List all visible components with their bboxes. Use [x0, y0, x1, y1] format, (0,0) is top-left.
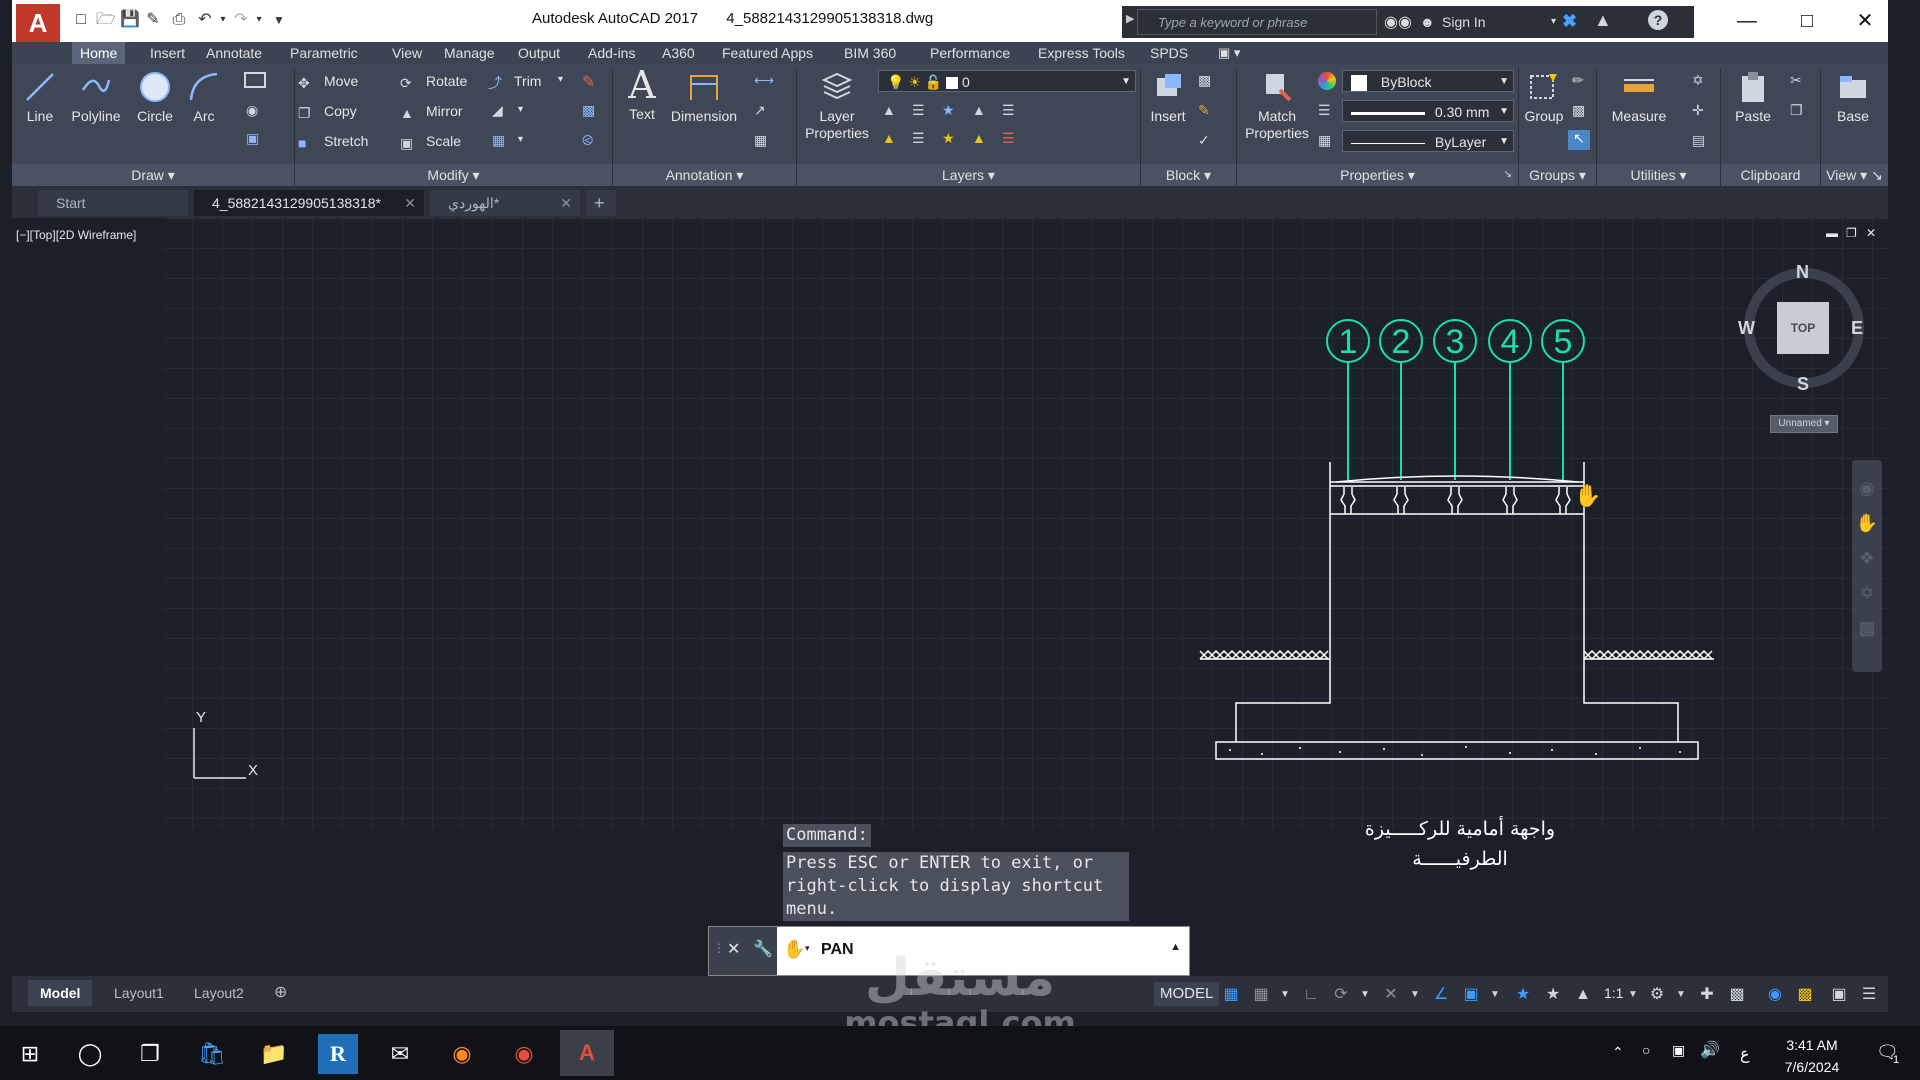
- navigation-bar[interactable]: ◉ ✋ ❖ ✡ ▩: [1852, 460, 1882, 672]
- compass-north[interactable]: N: [1796, 262, 1809, 283]
- chrome-icon[interactable]: ◉: [504, 1034, 544, 1074]
- workspace-gear-icon[interactable]: ⚙: [1646, 984, 1668, 1006]
- customize-wrench-icon[interactable]: 🔧: [753, 939, 773, 959]
- auto-scale-icon[interactable]: ★: [1542, 984, 1564, 1006]
- annotation-scale-value[interactable]: 1:1: [1604, 985, 1623, 1001]
- autocad-taskbar-icon[interactable]: A: [560, 1030, 614, 1076]
- tab-layout1[interactable]: Layout1: [102, 980, 176, 1006]
- tray-expand-icon[interactable]: ⌃: [1612, 1044, 1624, 1061]
- clock[interactable]: 3:41 AM 7/6/2024: [1770, 1034, 1854, 1078]
- bearings: [1340, 487, 1571, 514]
- command-line-tools: ⋮ ✕ 🔧: [709, 927, 777, 975]
- language-indicator[interactable]: ع: [1740, 1044, 1750, 1064]
- watermark-brand: مستقل: [864, 948, 1056, 1008]
- annotation-scale-icon[interactable]: ▲: [1572, 984, 1594, 1006]
- command-history-line: Press ESC or ENTER to exit, or: [786, 853, 1094, 873]
- file-explorer-icon[interactable]: 📁: [254, 1034, 294, 1074]
- add-layout-button[interactable]: ⊕: [262, 980, 299, 1006]
- clock-time: 3:41 AM: [1786, 1037, 1838, 1053]
- orbit-icon[interactable]: ✡: [1852, 583, 1882, 604]
- battery-icon[interactable]: ▣: [1672, 1042, 1685, 1059]
- task-view-icon[interactable]: ❐: [130, 1034, 170, 1074]
- close-command-icon[interactable]: ✕: [727, 939, 740, 959]
- pan-icon[interactable]: ✋: [1852, 513, 1882, 534]
- clean-screen-icon[interactable]: ▣: [1828, 984, 1850, 1006]
- model-space-button[interactable]: MODEL: [1154, 982, 1220, 1006]
- isolate-objects-icon[interactable]: ◉: [1764, 984, 1786, 1006]
- caption-line: واجهة أمامية للركـــــيزة: [1364, 818, 1556, 840]
- abutment-elevation: [1199, 462, 1714, 760]
- ucs-x-label: X: [248, 762, 258, 779]
- pan-cursor-icon: ✋: [1574, 483, 1601, 508]
- compass-east[interactable]: E: [1851, 318, 1863, 339]
- clock-date: 7/6/2024: [1784, 1059, 1840, 1075]
- snap-icon[interactable]: ▦: [1250, 984, 1272, 1006]
- axis-number: 5: [1554, 323, 1573, 361]
- tab-layout2[interactable]: Layout2: [182, 980, 256, 1006]
- ortho-icon[interactable]: ∟: [1300, 984, 1322, 1006]
- command-history-line: right-click to display shortcut: [786, 876, 1104, 896]
- object-snap-icon[interactable]: ▣: [1460, 984, 1482, 1006]
- notification-count: 1: [1893, 1054, 1900, 1066]
- axis-number: 2: [1392, 323, 1411, 361]
- compass-west[interactable]: W: [1738, 318, 1755, 339]
- compass-south[interactable]: S: [1797, 374, 1809, 395]
- chevron-down-icon[interactable]: ▼: [1670, 984, 1692, 1006]
- command-history: Press ESC or ENTER to exit, or right-cli…: [783, 852, 1129, 921]
- store-icon[interactable]: 🛍: [192, 1034, 232, 1074]
- chevron-down-icon[interactable]: ▼: [1622, 984, 1644, 1006]
- ucs-dropdown[interactable]: Unnamed ▾: [1770, 415, 1838, 433]
- annotation-visibility-icon[interactable]: ★: [1512, 984, 1534, 1006]
- showmotion-icon[interactable]: ▩: [1852, 618, 1882, 639]
- volume-icon[interactable]: 🔊: [1700, 1040, 1720, 1060]
- caption-line: الطرفيــــــة: [1412, 848, 1508, 870]
- chevron-down-icon[interactable]: ▼: [1274, 984, 1296, 1006]
- units-icon[interactable]: ▩: [1726, 984, 1748, 1006]
- chevron-down-icon[interactable]: ▼: [1354, 984, 1376, 1006]
- tab-model[interactable]: Model: [28, 980, 93, 1006]
- grip-icon[interactable]: ⋮: [713, 941, 725, 955]
- axis-number: 3: [1446, 323, 1465, 361]
- zoom-icon[interactable]: ❖: [1852, 548, 1882, 569]
- network-icon[interactable]: ○: [1642, 1042, 1650, 1058]
- command-history-label: Command:: [783, 824, 871, 847]
- command-history-line: menu.: [786, 899, 838, 919]
- polar-icon[interactable]: ⟳: [1330, 984, 1352, 1006]
- annotation-monitor-icon[interactable]: ✚: [1696, 984, 1718, 1006]
- object-snap-tracking-icon[interactable]: ∠: [1430, 984, 1452, 1006]
- axis-number: 1: [1339, 323, 1358, 361]
- command-history-toggle-icon[interactable]: ▲: [1170, 941, 1181, 953]
- mail-icon[interactable]: ✉: [380, 1034, 420, 1074]
- axis-numbers: 1 2 3 4 5: [1339, 323, 1573, 361]
- chevron-down-icon[interactable]: ▾: [805, 943, 810, 954]
- viewcube-top-face[interactable]: TOP: [1777, 302, 1829, 354]
- isodraft-icon[interactable]: ✕: [1380, 984, 1402, 1006]
- revit-icon[interactable]: R: [318, 1034, 358, 1074]
- drawing-caption: واجهة أمامية للركـــــيزة الطرفيــــــة: [1320, 814, 1600, 874]
- ucs-y-label: Y: [196, 709, 206, 726]
- windows-start-icon[interactable]: ⊞: [10, 1034, 50, 1074]
- customize-menu-icon[interactable]: ☰: [1858, 984, 1880, 1006]
- grid-icon[interactable]: ▦: [1220, 984, 1242, 1006]
- firefox-icon[interactable]: ◉: [442, 1034, 482, 1074]
- chevron-down-icon[interactable]: ▼: [1404, 984, 1426, 1006]
- steering-wheel-icon[interactable]: ◉: [1852, 478, 1882, 499]
- hardware-acceleration-icon[interactable]: ▩: [1794, 984, 1816, 1006]
- axis-number: 4: [1501, 323, 1520, 361]
- chevron-down-icon[interactable]: ▼: [1484, 984, 1506, 1006]
- ucs-icon: [193, 728, 246, 779]
- concrete-hatch: [1229, 746, 1681, 756]
- search-icon[interactable]: ◯: [70, 1034, 110, 1074]
- pan-command-icon: ✋: [783, 939, 806, 959]
